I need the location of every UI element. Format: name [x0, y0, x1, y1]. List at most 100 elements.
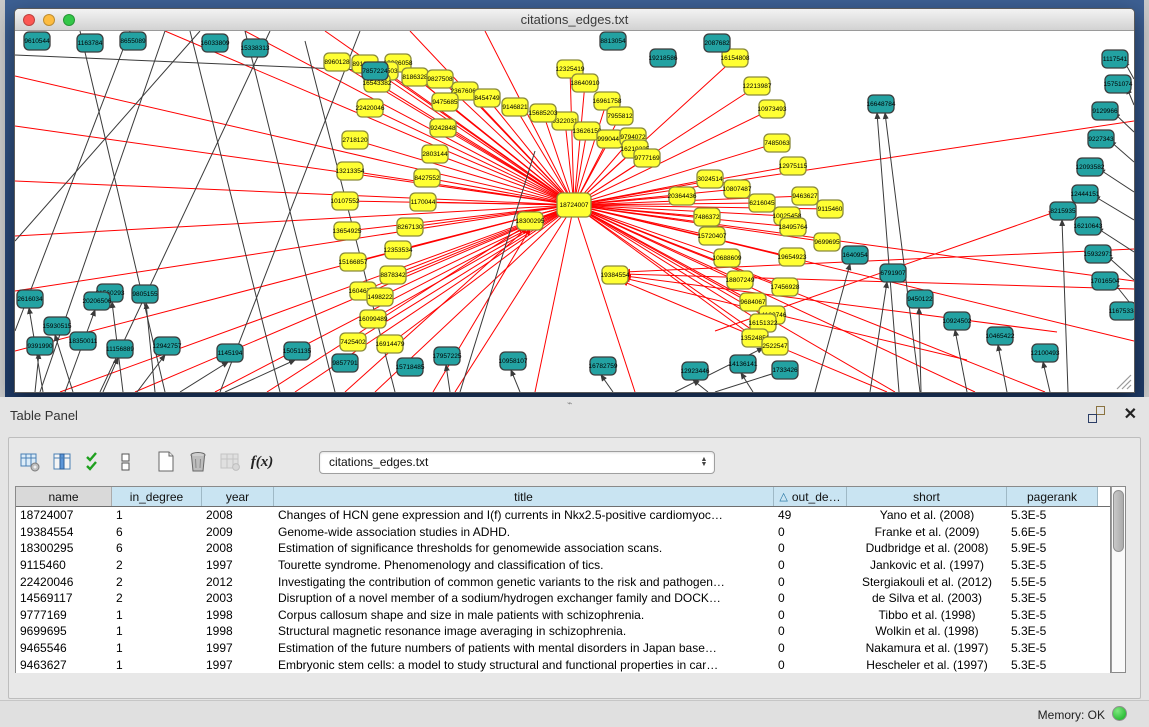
citation-edge[interactable]	[877, 113, 899, 392]
graph-node[interactable]: 8454749	[474, 89, 500, 107]
citation-edge[interactable]	[103, 358, 118, 392]
graph-node[interactable]: 6791907	[880, 264, 906, 282]
graph-node[interactable]: 15720407	[698, 227, 727, 245]
graph-node[interactable]: 16033809	[201, 34, 230, 52]
float-panel-icon[interactable]	[1088, 406, 1105, 423]
graph-node[interactable]: 16914479	[376, 335, 405, 353]
graph-node[interactable]: 2616034	[17, 290, 43, 308]
graph-node[interactable]: 17456928	[771, 278, 800, 296]
graph-node[interactable]: 2522547	[762, 337, 788, 355]
graph-node[interactable]: 9146821	[502, 98, 528, 116]
graph-node[interactable]: 1145194	[217, 344, 243, 362]
graph-node[interactable]: 9990448	[597, 130, 623, 148]
graph-node[interactable]: 12975115	[779, 157, 808, 175]
table-row[interactable]: 911546021997Tourette syndrome. Phenomeno…	[16, 557, 1110, 574]
graph-node[interactable]: 19384554	[601, 266, 630, 284]
table-settings-icon[interactable]	[15, 447, 45, 477]
delete-column-icon[interactable]	[183, 447, 213, 477]
graph-node[interactable]: 10958107	[499, 352, 528, 370]
column-header-year[interactable]: year	[202, 487, 274, 506]
graph-node[interactable]: 15685203	[529, 104, 558, 122]
graph-node[interactable]: 9777169	[634, 149, 660, 167]
graph-node[interactable]: 2718120	[342, 131, 368, 149]
graph-node[interactable]: 7955812	[607, 107, 633, 125]
new-column-icon[interactable]	[151, 447, 181, 477]
graph-node[interactable]: 18350011	[69, 332, 98, 350]
citation-graph[interactable]: 1232541918640910169617587955812932203113…	[15, 31, 1134, 392]
citation-edge[interactable]	[885, 113, 920, 392]
graph-node[interactable]: 9699695	[814, 233, 840, 251]
graph-node[interactable]: 15751074	[1104, 75, 1133, 93]
graph-node[interactable]: 19654923	[778, 248, 807, 266]
column-header-short[interactable]: short	[847, 487, 1007, 506]
column-header-name[interactable]: name	[16, 487, 112, 506]
table-row[interactable]: 946554611997Estimation of the future num…	[16, 640, 1110, 657]
canvas-resize-grip-icon[interactable]	[1127, 385, 1131, 389]
graph-node[interactable]: 12444151	[1071, 185, 1100, 203]
graph-node[interactable]: 9463627	[792, 187, 818, 205]
graph-node[interactable]: 17016504	[1091, 272, 1120, 290]
graph-node[interactable]: 10973493	[758, 100, 787, 118]
graph-node[interactable]: 3024514	[697, 170, 723, 188]
graph-node[interactable]: 10107552	[331, 192, 360, 210]
citation-edge[interactable]	[1099, 169, 1134, 192]
graph-node[interactable]: 10924502	[943, 312, 972, 330]
graph-node[interactable]: 1640954	[842, 246, 868, 264]
graph-node[interactable]: 15930515	[43, 317, 72, 335]
graph-node[interactable]: 10465422	[986, 327, 1015, 345]
graph-node[interactable]: 18495764	[779, 218, 808, 236]
graph-node[interactable]: 18300295	[516, 212, 545, 230]
citation-edge[interactable]	[446, 365, 450, 392]
graph-node[interactable]: 7485063	[764, 134, 790, 152]
graph-node[interactable]: 13213354	[336, 162, 365, 180]
graph-node[interactable]: 11675334	[1109, 302, 1134, 320]
citation-edge[interactable]	[919, 308, 921, 392]
citation-edge[interactable]	[998, 345, 1007, 392]
graph-node[interactable]: 2087682	[704, 34, 730, 52]
graph-node[interactable]: 1117541	[1102, 50, 1128, 68]
graph-node[interactable]: 12093582	[1076, 158, 1105, 176]
table-row[interactable]: 969969511998Structural magnetic resonanc…	[16, 623, 1110, 640]
graph-node[interactable]: 1733426	[772, 361, 798, 379]
graph-node[interactable]: 7486372	[694, 208, 720, 226]
table-scrollbar[interactable]	[1111, 486, 1126, 673]
memory-ok-icon[interactable]	[1112, 706, 1127, 721]
graph-node[interactable]: 18807249	[726, 271, 755, 289]
graph-node[interactable]: 7425402	[340, 333, 366, 351]
citation-edge[interactable]	[574, 205, 1045, 392]
table-row[interactable]: 1938455462009Genome-wide association stu…	[16, 524, 1110, 541]
window-titlebar[interactable]: citations_edges.txt	[15, 9, 1134, 31]
citation-edge[interactable]	[1062, 220, 1068, 392]
graph-node[interactable]: 12923446	[681, 362, 710, 380]
citation-edge[interactable]	[100, 31, 270, 392]
graph-node[interactable]: 16099489	[359, 310, 388, 328]
graph-node[interactable]: 10688609	[713, 249, 742, 267]
citation-edge[interactable]	[574, 205, 792, 257]
graph-node[interactable]: 22420046	[356, 99, 385, 117]
citation-edge[interactable]	[225, 360, 295, 392]
citation-edge[interactable]	[15, 55, 362, 70]
graph-node[interactable]: 9450122	[907, 290, 933, 308]
graph-node[interactable]: 15051135	[283, 342, 312, 360]
graph-node[interactable]: 8655089	[120, 32, 146, 50]
graph-node[interactable]: 1498222	[367, 288, 393, 306]
citation-edge[interactable]	[180, 362, 228, 392]
citation-edge[interactable]	[245, 31, 335, 392]
graph-node[interactable]: 12213987	[743, 77, 772, 95]
graph-node[interactable]: 16210643	[1074, 217, 1103, 235]
graph-node[interactable]: 16648784	[867, 95, 896, 113]
scrollbar-thumb[interactable]	[1113, 490, 1124, 552]
canvas-resize-grip-icon[interactable]	[1122, 380, 1131, 389]
citation-edge[interactable]	[741, 373, 753, 392]
graph-node[interactable]: 10807487	[723, 180, 752, 198]
citation-edge[interactable]	[190, 31, 280, 392]
citation-edge[interactable]	[423, 202, 574, 205]
graph-node[interactable]: 9610544	[24, 32, 50, 50]
graph-node[interactable]: 12942757	[153, 337, 182, 355]
graph-node[interactable]: 20364436	[668, 187, 697, 205]
citation-edge[interactable]	[1043, 362, 1050, 392]
graph-node[interactable]: 1170044	[410, 193, 436, 211]
column-header-out_de[interactable]: △out_de…	[774, 487, 847, 506]
column-header-in_degree[interactable]: in_degree	[112, 487, 202, 506]
graph-node[interactable]: 8960128	[324, 53, 350, 71]
